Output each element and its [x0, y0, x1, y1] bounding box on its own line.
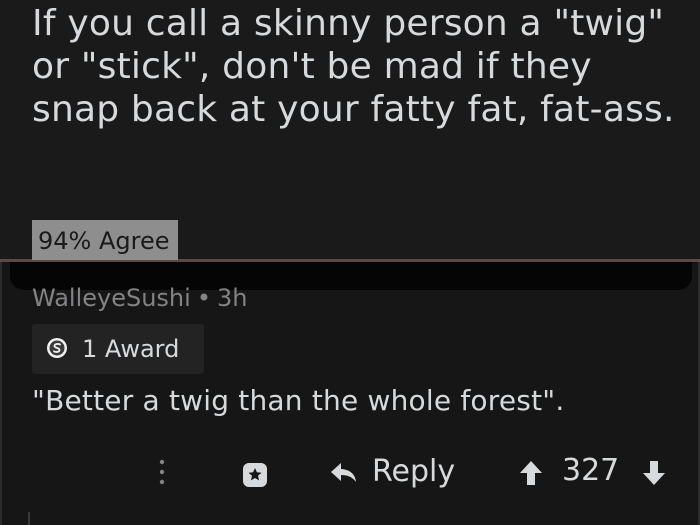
- reply-arrow-icon: [331, 463, 356, 482]
- screenshot-page: If you call a skinny person a "twig" or …: [0, 0, 700, 525]
- meta-separator: •: [196, 284, 211, 312]
- comment-body: "Better a twig than the whole forest".: [32, 384, 565, 417]
- reply-label: Reply: [372, 454, 456, 489]
- upvote-arrow-icon[interactable]: [519, 460, 543, 486]
- post-panel: If you call a skinny person a "twig" or …: [0, 0, 700, 262]
- downvote-arrow-icon[interactable]: [642, 460, 666, 486]
- silver-award-icon: [47, 338, 67, 358]
- thread-line[interactable]: [28, 512, 30, 525]
- award-count-label: 1 Award: [82, 335, 180, 363]
- post-title[interactable]: If you call a skinny person a "twig" or …: [32, 2, 682, 131]
- reply-button[interactable]: Reply: [330, 452, 470, 496]
- vote-score: 327: [562, 453, 620, 488]
- comment-age: 3h: [216, 284, 248, 312]
- more-vertical-icon[interactable]: [158, 458, 166, 486]
- award-chip[interactable]: 1 Award: [32, 324, 204, 374]
- comment-author[interactable]: WalleyeSushi: [32, 284, 191, 312]
- agree-percentage-badge: 94% Agree: [32, 220, 178, 260]
- give-award-icon[interactable]: [240, 460, 270, 490]
- comment-meta: WalleyeSushi • 3h: [32, 284, 247, 312]
